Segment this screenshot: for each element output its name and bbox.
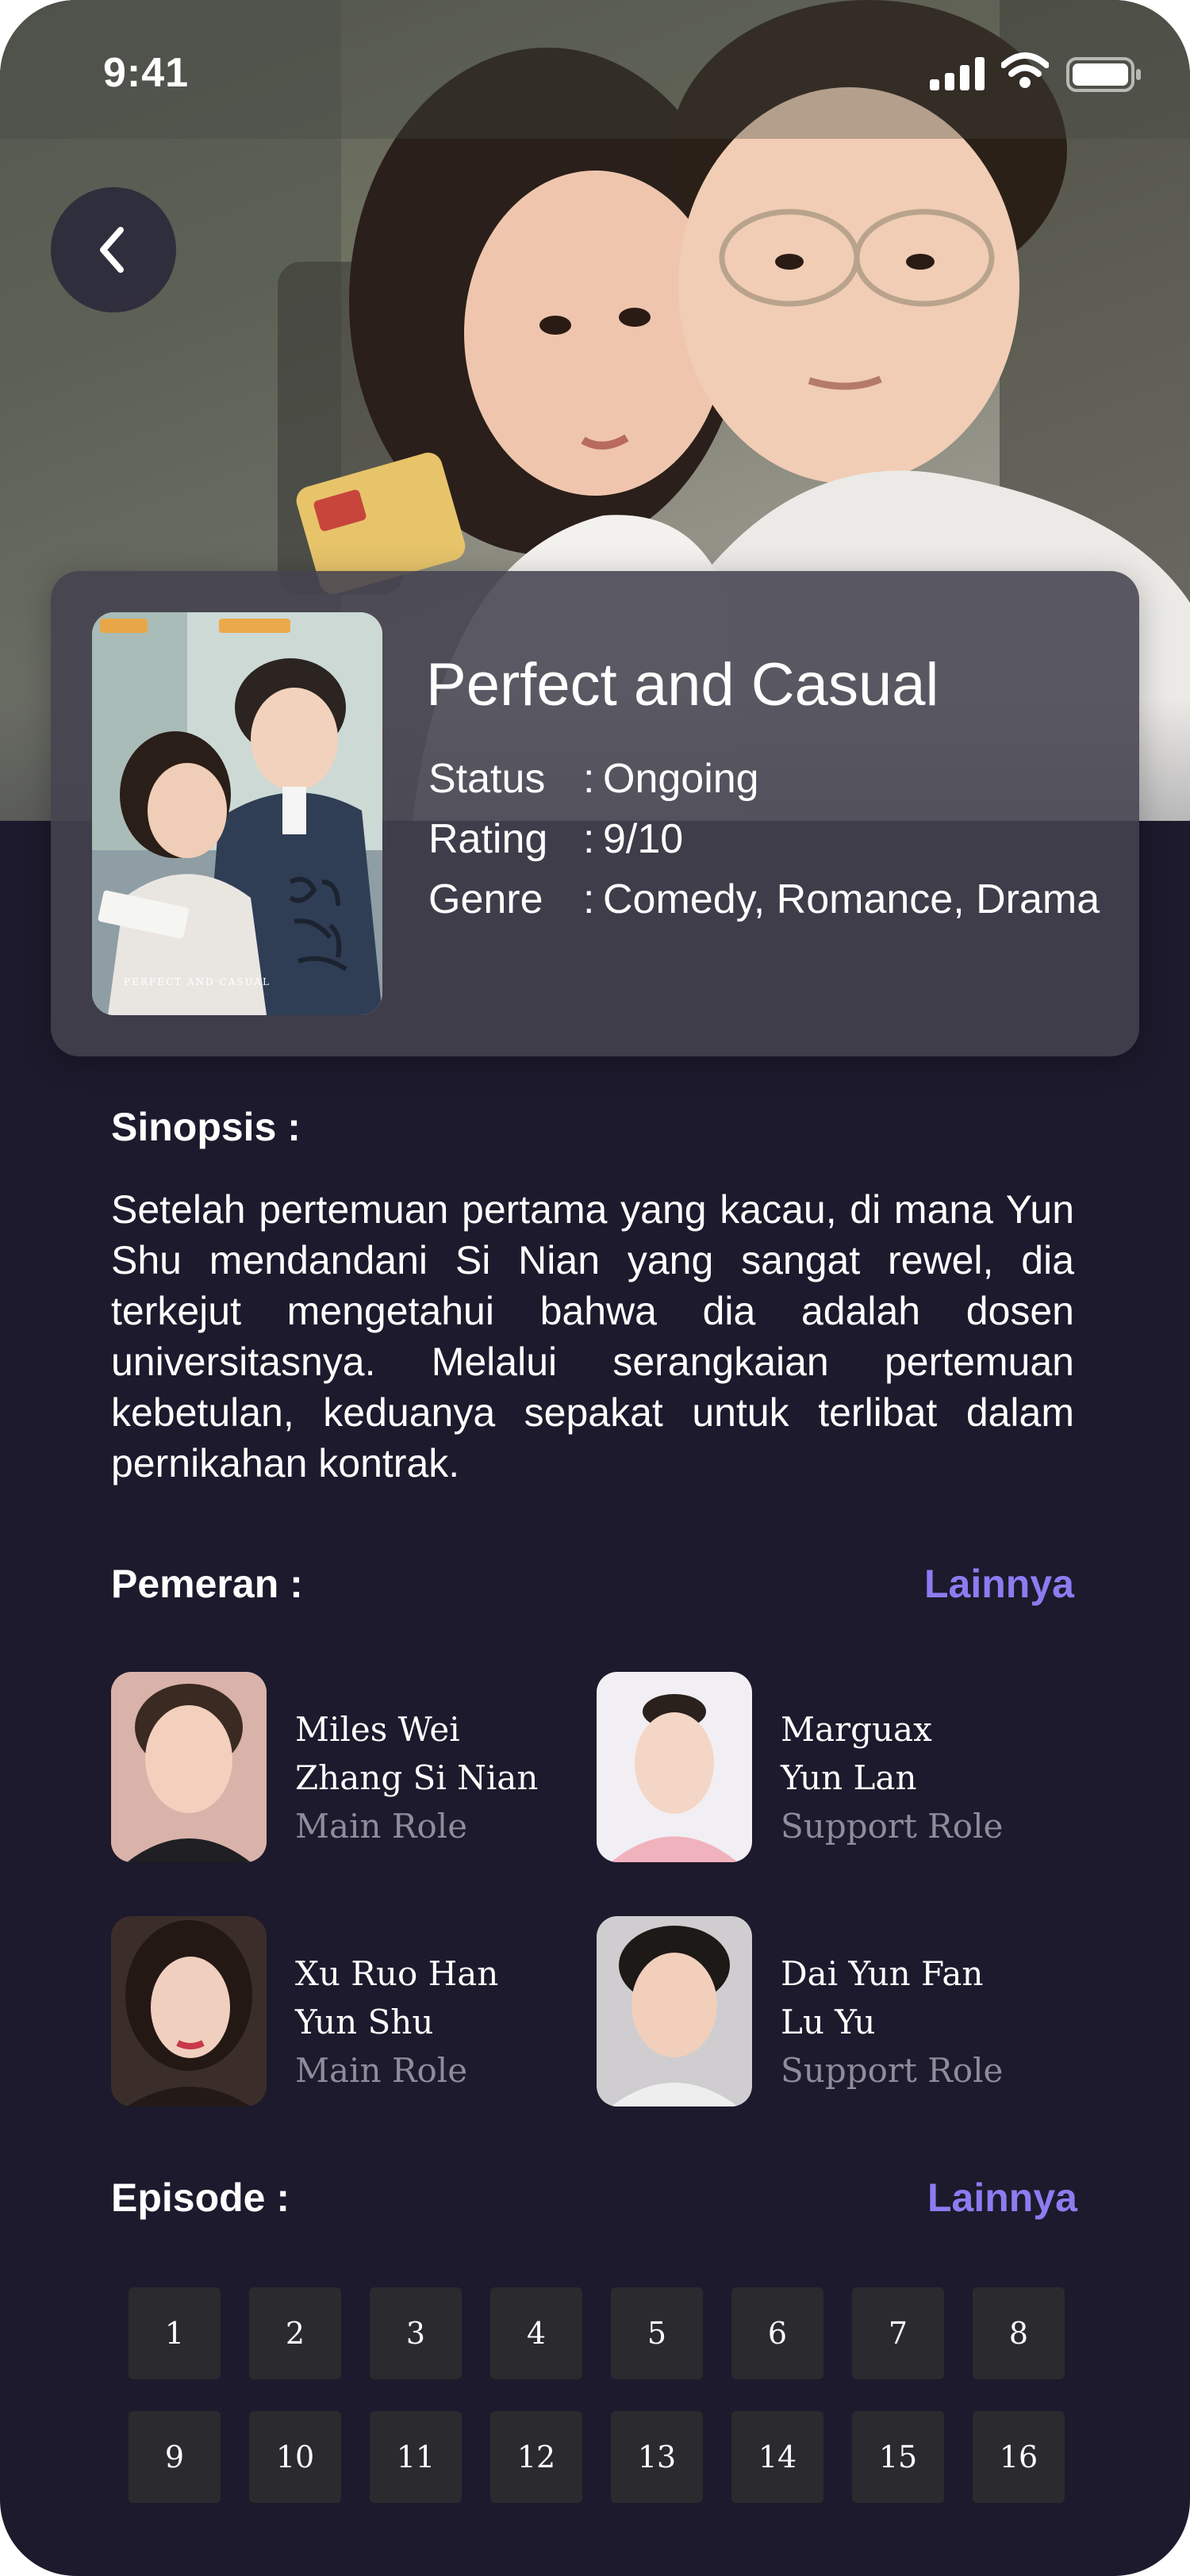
rating-separator: : <box>583 816 595 862</box>
back-button[interactable] <box>51 187 176 312</box>
cast-actor-name: Xu Ruo Han <box>295 1954 499 1993</box>
synopsis-text: Setelah pertemuan pertama yang kacau, di… <box>111 1187 1074 1485</box>
episode-button[interactable]: 9 <box>129 2411 221 2503</box>
rating-row: Rating:9/10 <box>428 815 683 863</box>
genre-separator: : <box>583 876 595 922</box>
genre-row: Genre: Comedy, Romance, Drama <box>428 876 1100 923</box>
episode-button[interactable]: 6 <box>731 2287 823 2379</box>
episode-button[interactable]: 7 <box>852 2287 944 2379</box>
episode-button[interactable]: 14 <box>731 2411 823 2503</box>
status-bar: 9:41 <box>0 0 1190 139</box>
cast-role: Support Role <box>781 2051 1004 2090</box>
cast-heading: Pemeran : <box>111 1562 303 1606</box>
episode-button[interactable]: 3 <box>370 2287 462 2379</box>
episode-button[interactable]: 13 <box>611 2411 703 2503</box>
cast-actor-name: Dai Yun Fan <box>781 1954 984 1993</box>
cast-actor-name: Miles Wei <box>295 1710 460 1749</box>
episode-more-link[interactable]: Lainnya <box>927 2175 1077 2221</box>
episode-button[interactable]: 10 <box>249 2411 341 2503</box>
chevron-left-icon <box>100 227 124 273</box>
cast-card[interactable]: Dai Yun Fan Lu Yu Support Role <box>597 1916 1041 2106</box>
cast-card[interactable]: Marguax Yun Lan Support Role <box>597 1672 1041 1862</box>
episode-button[interactable]: 16 <box>973 2411 1065 2503</box>
episode-button[interactable]: 4 <box>490 2287 582 2379</box>
cast-role: Main Role <box>295 2051 468 2090</box>
status-value: Ongoing <box>603 756 759 802</box>
wifi-icon <box>1001 52 1049 88</box>
cellular-signal-icon <box>930 57 985 90</box>
synopsis-heading: Sinopsis : <box>111 1105 301 1149</box>
cast-info: Marguax Yun Lan Support Role <box>781 1705 1003 1850</box>
cast-actor-name: Marguax <box>781 1710 932 1749</box>
movie-title: Perfect and Casual <box>426 651 939 719</box>
cast-character-name: Yun Lan <box>781 1758 917 1797</box>
cast-photo <box>111 1916 267 2106</box>
status-separator: : <box>583 756 595 802</box>
cast-info: Miles Wei Zhang Si Nian Main Role <box>295 1705 538 1850</box>
cast-photo <box>597 1916 752 2106</box>
status-time: 9:41 <box>103 50 190 96</box>
cast-character-name: Yun Shu <box>295 2003 434 2041</box>
cast-info: Dai Yun Fan Lu Yu Support Role <box>781 1949 1003 2095</box>
poster-illustration: PERFECT AND CASUAL <box>92 612 382 1015</box>
cast-card[interactable]: Xu Ruo Han Yun Shu Main Role <box>111 1916 555 2106</box>
cast-role: Main Role <box>295 1807 468 1846</box>
episode-button[interactable]: 2 <box>249 2287 341 2379</box>
episode-button[interactable]: 8 <box>973 2287 1065 2379</box>
episode-button[interactable]: 1 <box>129 2287 221 2379</box>
cast-info: Xu Ruo Han Yun Shu Main Role <box>295 1949 498 2095</box>
rating-value: 9/10 <box>603 816 684 862</box>
episode-button[interactable]: 15 <box>852 2411 944 2503</box>
cast-more-link[interactable]: Lainnya <box>924 1561 1074 1607</box>
cast-card[interactable]: Miles Wei Zhang Si Nian Main Role <box>111 1672 555 1862</box>
cast-photo <box>111 1672 267 1862</box>
status-label: Status <box>428 756 546 802</box>
cast-role: Support Role <box>781 1807 1004 1846</box>
episode-button[interactable]: 5 <box>611 2287 703 2379</box>
episode-button[interactable]: 11 <box>370 2411 462 2503</box>
movie-info-card: PERFECT AND CASUAL Perfect and Casual St… <box>51 571 1139 1056</box>
episode-heading: Episode : <box>111 2175 290 2220</box>
cast-character-name: Lu Yu <box>781 2003 876 2041</box>
genre-value: Comedy, Romance, Drama <box>603 876 1100 922</box>
genre-label: Genre <box>428 876 543 922</box>
svg-text:PERFECT AND CASUAL: PERFECT AND CASUAL <box>124 976 271 987</box>
battery-icon <box>1066 57 1141 92</box>
status-row: Status: Ongoing <box>428 755 759 803</box>
cast-character-name: Zhang Si Nian <box>295 1758 539 1797</box>
cast-photo <box>597 1672 752 1862</box>
rating-label: Rating <box>428 816 548 862</box>
detail-screen: 9: 4 1 PERFECT AND CASUAL Perfect and Casu… <box>0 0 1190 2576</box>
movie-poster[interactable]: PERFECT AND CASUAL <box>92 612 382 1015</box>
episode-button[interactable]: 12 <box>490 2411 582 2503</box>
